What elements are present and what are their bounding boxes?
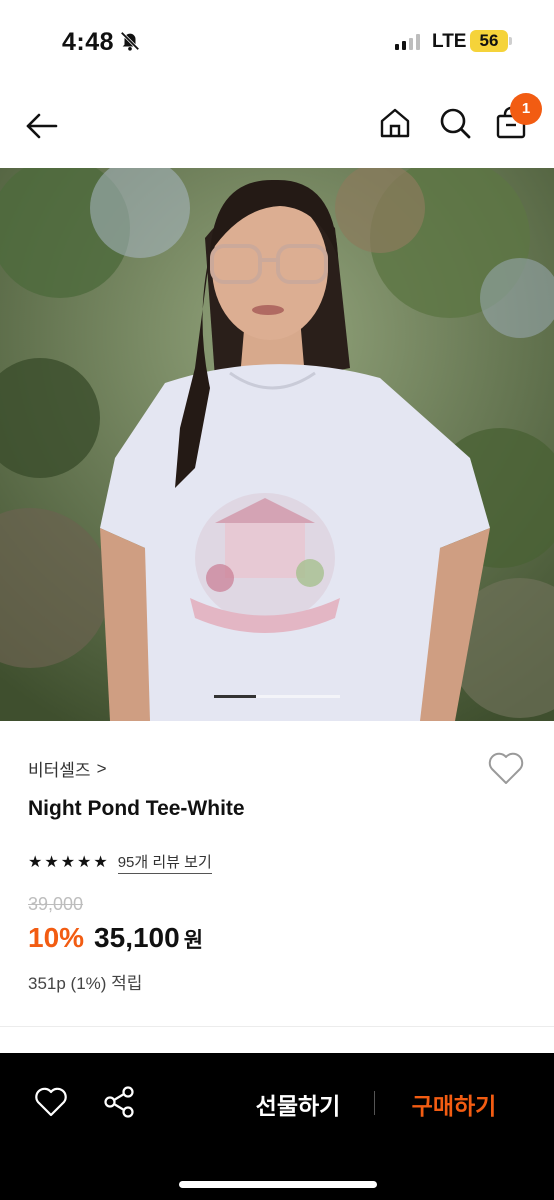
rating-stars: ★ ★ ★ ★ ★ xyxy=(28,854,108,872)
battery-indicator: 56 xyxy=(470,30,508,52)
divider xyxy=(0,1026,554,1027)
button-separator xyxy=(374,1091,375,1115)
rating-row: ★ ★ ★ ★ ★ 95개 리뷰 보기 xyxy=(28,851,212,874)
arrow-left-icon[interactable] xyxy=(24,108,60,144)
brand-name: 비터셀즈 xyxy=(28,761,91,780)
home-indicator xyxy=(179,1181,377,1188)
star-icon: ★ xyxy=(60,853,76,871)
original-price: 39,000 xyxy=(28,894,84,914)
product-name: Night Pond Tee-White xyxy=(28,797,245,820)
bell-off-icon xyxy=(120,31,140,51)
discount-rate: 10% xyxy=(28,922,85,953)
battery-cap xyxy=(509,37,512,45)
review-link[interactable]: 95개 리뷰 보기 xyxy=(117,851,212,874)
image-pager xyxy=(214,695,340,698)
gift-button[interactable]: 선물하기 xyxy=(238,1087,358,1121)
bottom-action-bar: 선물하기 구매하기 xyxy=(0,1053,554,1200)
share-icon[interactable] xyxy=(102,1085,136,1119)
star-icon: ★ xyxy=(44,853,59,871)
sale-price: 35,100 xyxy=(94,922,180,953)
nav-bar: 1 xyxy=(0,84,554,168)
chevron-right-icon: > xyxy=(96,758,107,778)
product-image-carousel[interactable] xyxy=(0,168,554,721)
cart-count-badge: 1 xyxy=(510,93,542,125)
signal-icon xyxy=(395,34,420,50)
star-icon: ★ xyxy=(93,853,108,871)
buy-button[interactable]: 구매하기 xyxy=(392,1087,516,1121)
heart-icon[interactable] xyxy=(487,750,525,786)
star-icon: ★ xyxy=(77,853,92,871)
brand-link[interactable]: 비터셀즈 > xyxy=(28,756,107,781)
currency-unit: 원 xyxy=(183,929,204,952)
heart-icon[interactable] xyxy=(34,1086,68,1118)
network-type: LTE xyxy=(432,31,467,52)
price-row: 10% 35,100 원 xyxy=(28,922,203,954)
reward-points: 351p (1%) 적립 xyxy=(28,974,143,993)
product-photo xyxy=(0,168,554,721)
search-icon[interactable] xyxy=(438,106,472,140)
status-bar: 4:48 LTE 56 xyxy=(0,0,554,84)
home-icon[interactable] xyxy=(378,106,412,140)
status-time: 4:48 xyxy=(62,28,115,56)
image-pager-active xyxy=(214,695,256,698)
star-icon: ★ xyxy=(28,853,43,871)
